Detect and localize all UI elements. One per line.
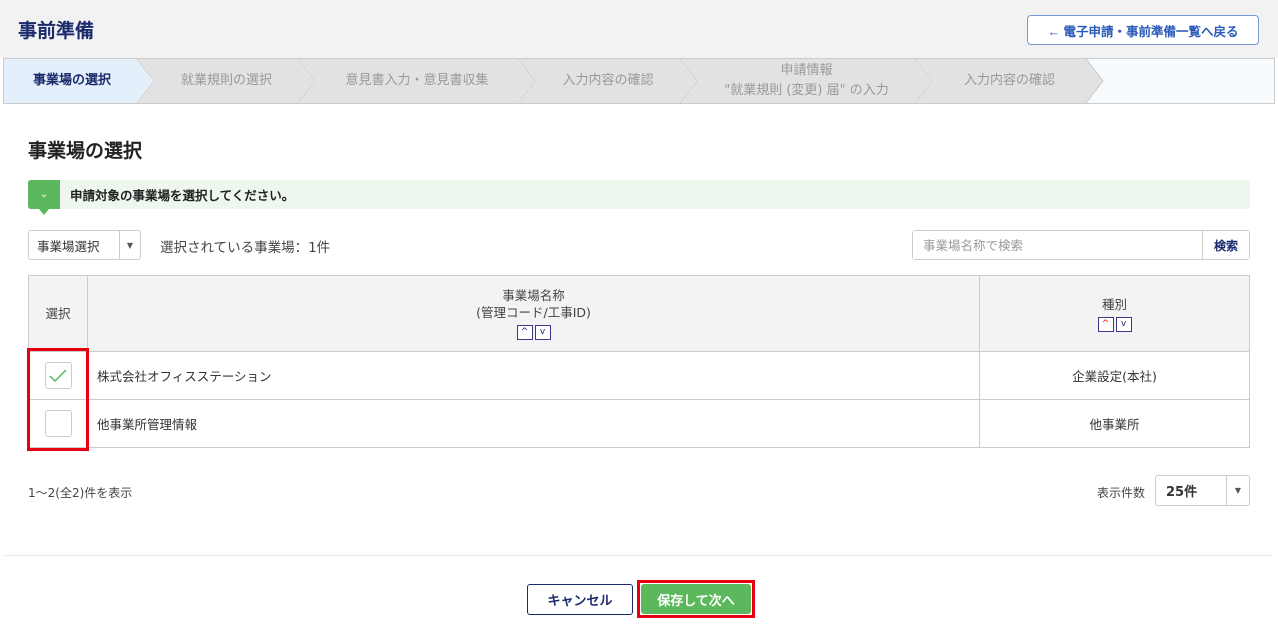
step-4: 入力内容の確認 bbox=[562, 73, 654, 88]
cancel-button[interactable]: キャンセル bbox=[527, 584, 633, 615]
row-name: 株式会社オフィスステーション bbox=[87, 351, 980, 400]
selected-count: 選択されている事業場：1件 bbox=[160, 240, 331, 256]
chevron-down-icon: ⌄ bbox=[28, 180, 60, 215]
per-page-label: 表示件数 bbox=[1097, 486, 1146, 500]
section-title: 事業場の選択 bbox=[28, 140, 143, 162]
notice-banner: ⌄ 申請対象の事業場を選択してください。 bbox=[28, 180, 1250, 215]
caret-down-icon[interactable]: ▼ bbox=[120, 231, 140, 259]
step-5-label: 申請情報 bbox=[780, 63, 833, 78]
save-next-button[interactable]: 保存して次へ bbox=[641, 584, 751, 614]
workplace-select-dropdown[interactable]: 事業場選択 ▼ bbox=[28, 230, 141, 260]
step-5: 申請情報 "就業規則 (変更) 届" の入力 bbox=[697, 59, 916, 103]
sort-asc-icon[interactable]: ^ bbox=[516, 325, 533, 340]
back-to-list-button[interactable]: ← 電子申請・事前準備一覧へ戻る bbox=[1027, 15, 1259, 45]
search-input[interactable] bbox=[913, 231, 1202, 259]
search-box: 検索 bbox=[912, 230, 1250, 260]
workplace-table: 選択 事業場名称 (管理コード/工事ID) ^ v 種別 ^ v 株式会社オフィスス… bbox=[28, 275, 1250, 448]
header-name-sub: (管理コード/工事ID) bbox=[476, 305, 591, 320]
step-2: 就業規則の選択 bbox=[180, 73, 272, 88]
row-type: 企業設定(本社) bbox=[979, 351, 1250, 400]
step-5-label2: "就業規則 (変更) 届" の入力 bbox=[724, 83, 889, 98]
header-name: 事業場名称 (管理コード/工事ID) ^ v bbox=[87, 275, 980, 352]
per-page-select[interactable]: 25件 ▼ bbox=[1155, 475, 1250, 506]
divider bbox=[5, 555, 1273, 556]
dropdown-label: 事業場選択 bbox=[29, 231, 120, 259]
table-header-row: 選択 事業場名称 (管理コード/工事ID) ^ v 種別 ^ v bbox=[28, 275, 1250, 352]
per-page-value: 25件 bbox=[1156, 476, 1227, 505]
header-type-label: 種別 bbox=[1101, 296, 1127, 312]
table-row: 他事業所管理情報 他事業所 bbox=[28, 399, 1250, 448]
step-6: 入力内容の確認 bbox=[963, 73, 1055, 88]
stepper: 事業場の選択 就業規則の選択 意見書入力・意見書収集 入力内容の確認 申請情報 … bbox=[3, 58, 1275, 104]
header-name-label: 事業場名称 bbox=[502, 288, 565, 303]
step-1: 事業場の選択 bbox=[32, 73, 111, 88]
row-type: 他事業所 bbox=[979, 399, 1250, 448]
page-title: 事前準備 bbox=[18, 20, 95, 42]
sort-desc-icon[interactable]: v bbox=[534, 325, 551, 340]
sort-asc-icon[interactable]: ^ bbox=[1097, 316, 1114, 332]
row-name: 他事業所管理情報 bbox=[87, 399, 980, 448]
notice-text: 申請対象の事業場を選択してください。 bbox=[70, 188, 295, 203]
highlight-box bbox=[27, 348, 89, 451]
header-select: 選択 bbox=[28, 275, 88, 352]
header-type: 種別 ^ v bbox=[979, 275, 1250, 352]
step-3: 意見書入力・意見書収集 bbox=[345, 73, 489, 88]
search-button[interactable]: 検索 bbox=[1202, 231, 1249, 259]
table-row: 株式会社オフィスステーション 企業設定(本社) bbox=[28, 351, 1250, 400]
caret-down-icon[interactable]: ▼ bbox=[1227, 476, 1249, 505]
range-text: 1〜2(全2)件を表示 bbox=[28, 486, 133, 500]
sort-desc-icon[interactable]: v bbox=[1115, 316, 1132, 332]
